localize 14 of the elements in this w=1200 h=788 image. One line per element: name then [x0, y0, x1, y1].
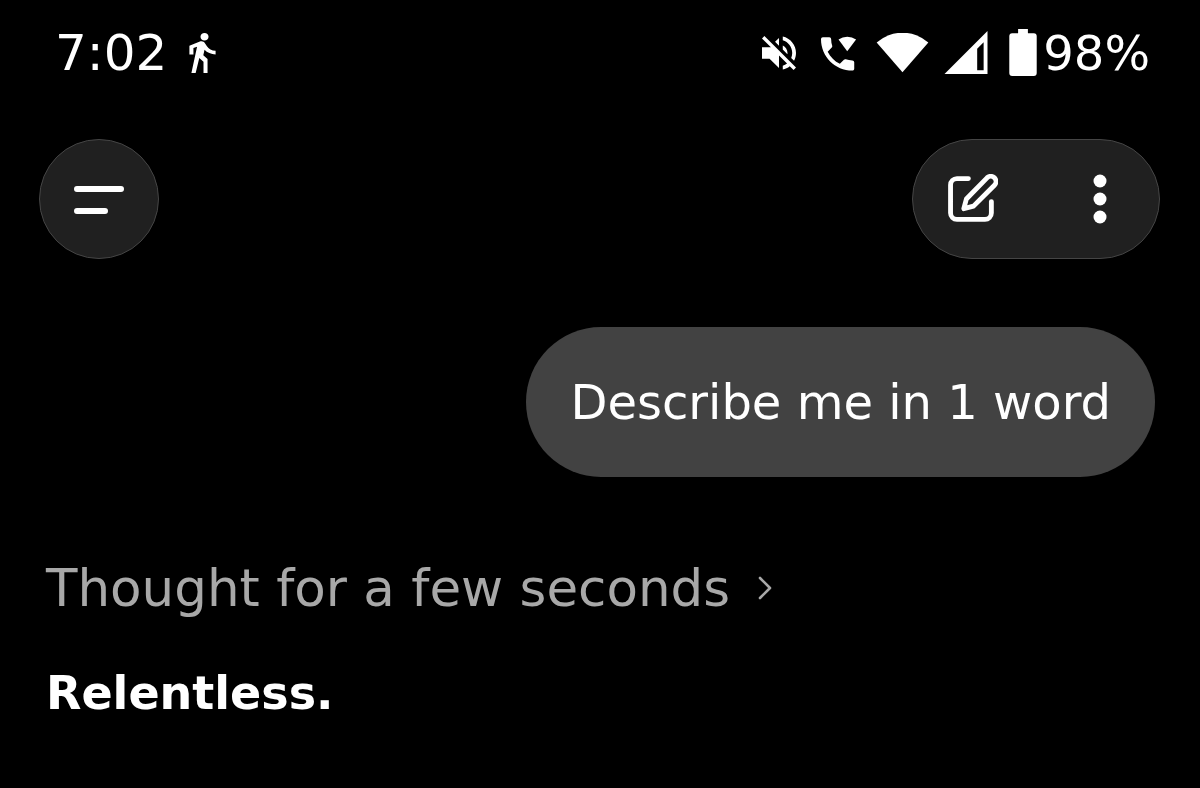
walking-person-icon [189, 32, 217, 73]
user-message-bubble: Describe me in 1 word [526, 327, 1155, 477]
wifi-icon [876, 32, 930, 73]
muted-speaker-icon [762, 33, 797, 72]
thinking-toggle[interactable]: Thought for a few seconds [46, 558, 773, 618]
chevron-right-icon [758, 576, 773, 600]
status-time: 7:02 [55, 24, 168, 81]
menu-icon [74, 184, 124, 215]
edit-icon [948, 174, 998, 224]
signal-icon [943, 31, 990, 74]
battery-icon [1009, 29, 1038, 76]
assistant-reply: Relentless. [46, 665, 334, 722]
battery-percent: 98% [1043, 24, 1150, 81]
more-options-icon [1093, 174, 1107, 224]
